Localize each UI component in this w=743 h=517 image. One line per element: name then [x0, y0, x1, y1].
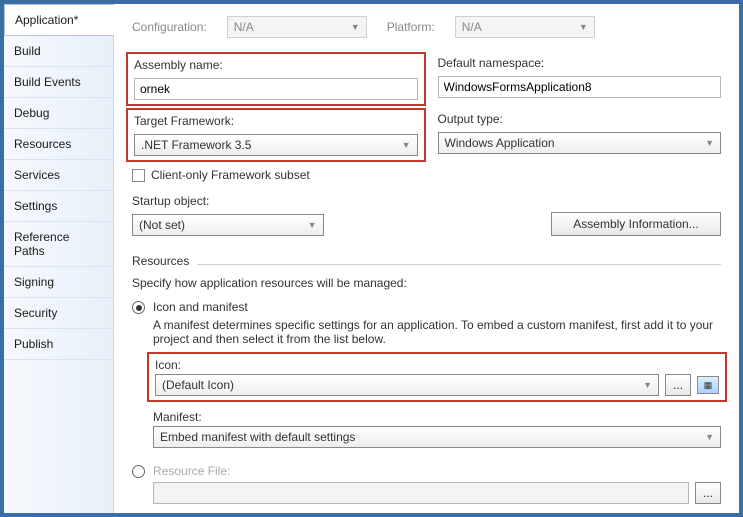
chevron-down-icon: ▼: [351, 22, 360, 32]
sidebar-item-publish[interactable]: Publish: [4, 329, 113, 360]
startup-object-label: Startup object:: [132, 194, 324, 208]
icon-preview-icon: ▦: [697, 376, 719, 394]
resource-file-label: Resource File:: [153, 464, 721, 478]
assembly-name-input[interactable]: [134, 78, 418, 100]
icon-manifest-desc: A manifest determines specific settings …: [153, 318, 721, 346]
sidebar-item-debug[interactable]: Debug: [4, 98, 113, 129]
platform-label: Platform:: [387, 20, 435, 34]
resources-desc: Specify how application resources will b…: [132, 276, 721, 290]
output-type-group: Output type: Windows Application▼: [438, 112, 722, 158]
sidebar-item-settings[interactable]: Settings: [4, 191, 113, 222]
resources-title: Resources: [132, 254, 189, 268]
sidebar: Application* Build Build Events Debug Re…: [4, 4, 114, 513]
icon-manifest-radio[interactable]: [132, 301, 145, 314]
icon-select[interactable]: (Default Icon)▼: [155, 374, 659, 396]
client-subset-label: Client-only Framework subset: [151, 168, 310, 182]
resource-file-input: [153, 482, 689, 504]
manifest-select[interactable]: Embed manifest with default settings▼: [153, 426, 721, 448]
manifest-label: Manifest:: [153, 410, 721, 424]
platform-select: N/A▼: [455, 16, 595, 38]
target-framework-select[interactable]: .NET Framework 3.5▼: [134, 134, 418, 156]
output-type-label: Output type:: [438, 112, 722, 126]
startup-object-select[interactable]: (Not set)▼: [132, 214, 324, 236]
icon-manifest-label: Icon and manifest: [153, 300, 721, 314]
sidebar-item-services[interactable]: Services: [4, 160, 113, 191]
chevron-down-icon: ▼: [705, 138, 714, 148]
default-namespace-label: Default namespace:: [438, 56, 722, 70]
sidebar-item-security[interactable]: Security: [4, 298, 113, 329]
sidebar-item-application[interactable]: Application*: [4, 4, 114, 36]
target-framework-group: Target Framework: .NET Framework 3.5▼: [126, 108, 426, 162]
configuration-select: N/A▼: [227, 16, 367, 38]
client-subset-checkbox[interactable]: [132, 169, 145, 182]
chevron-down-icon: ▼: [579, 22, 588, 32]
default-namespace-input[interactable]: [438, 76, 722, 98]
assembly-name-group: Assembly name:: [126, 52, 426, 106]
resource-file-radio[interactable]: [132, 465, 145, 478]
main-panel: Configuration: N/A▼ Platform: N/A▼ Assem…: [114, 4, 739, 513]
target-framework-label: Target Framework:: [134, 114, 418, 128]
output-type-select[interactable]: Windows Application▼: [438, 132, 722, 154]
assembly-information-button[interactable]: Assembly Information...: [551, 212, 721, 236]
assembly-name-label: Assembly name:: [134, 58, 418, 72]
chevron-down-icon: ▼: [308, 220, 317, 230]
configuration-label: Configuration:: [132, 20, 207, 34]
default-namespace-group: Default namespace:: [438, 56, 722, 102]
chevron-down-icon: ▼: [705, 432, 714, 442]
sidebar-item-signing[interactable]: Signing: [4, 267, 113, 298]
chevron-down-icon: ▼: [643, 380, 652, 390]
resource-file-browse-button[interactable]: ...: [695, 482, 721, 504]
icon-browse-button[interactable]: ...: [665, 374, 691, 396]
chevron-down-icon: ▼: [402, 140, 411, 150]
sidebar-item-reference-paths[interactable]: Reference Paths: [4, 222, 113, 267]
sidebar-item-build[interactable]: Build: [4, 36, 113, 67]
sidebar-item-resources[interactable]: Resources: [4, 129, 113, 160]
icon-label: Icon:: [155, 358, 719, 372]
sidebar-item-build-events[interactable]: Build Events: [4, 67, 113, 98]
